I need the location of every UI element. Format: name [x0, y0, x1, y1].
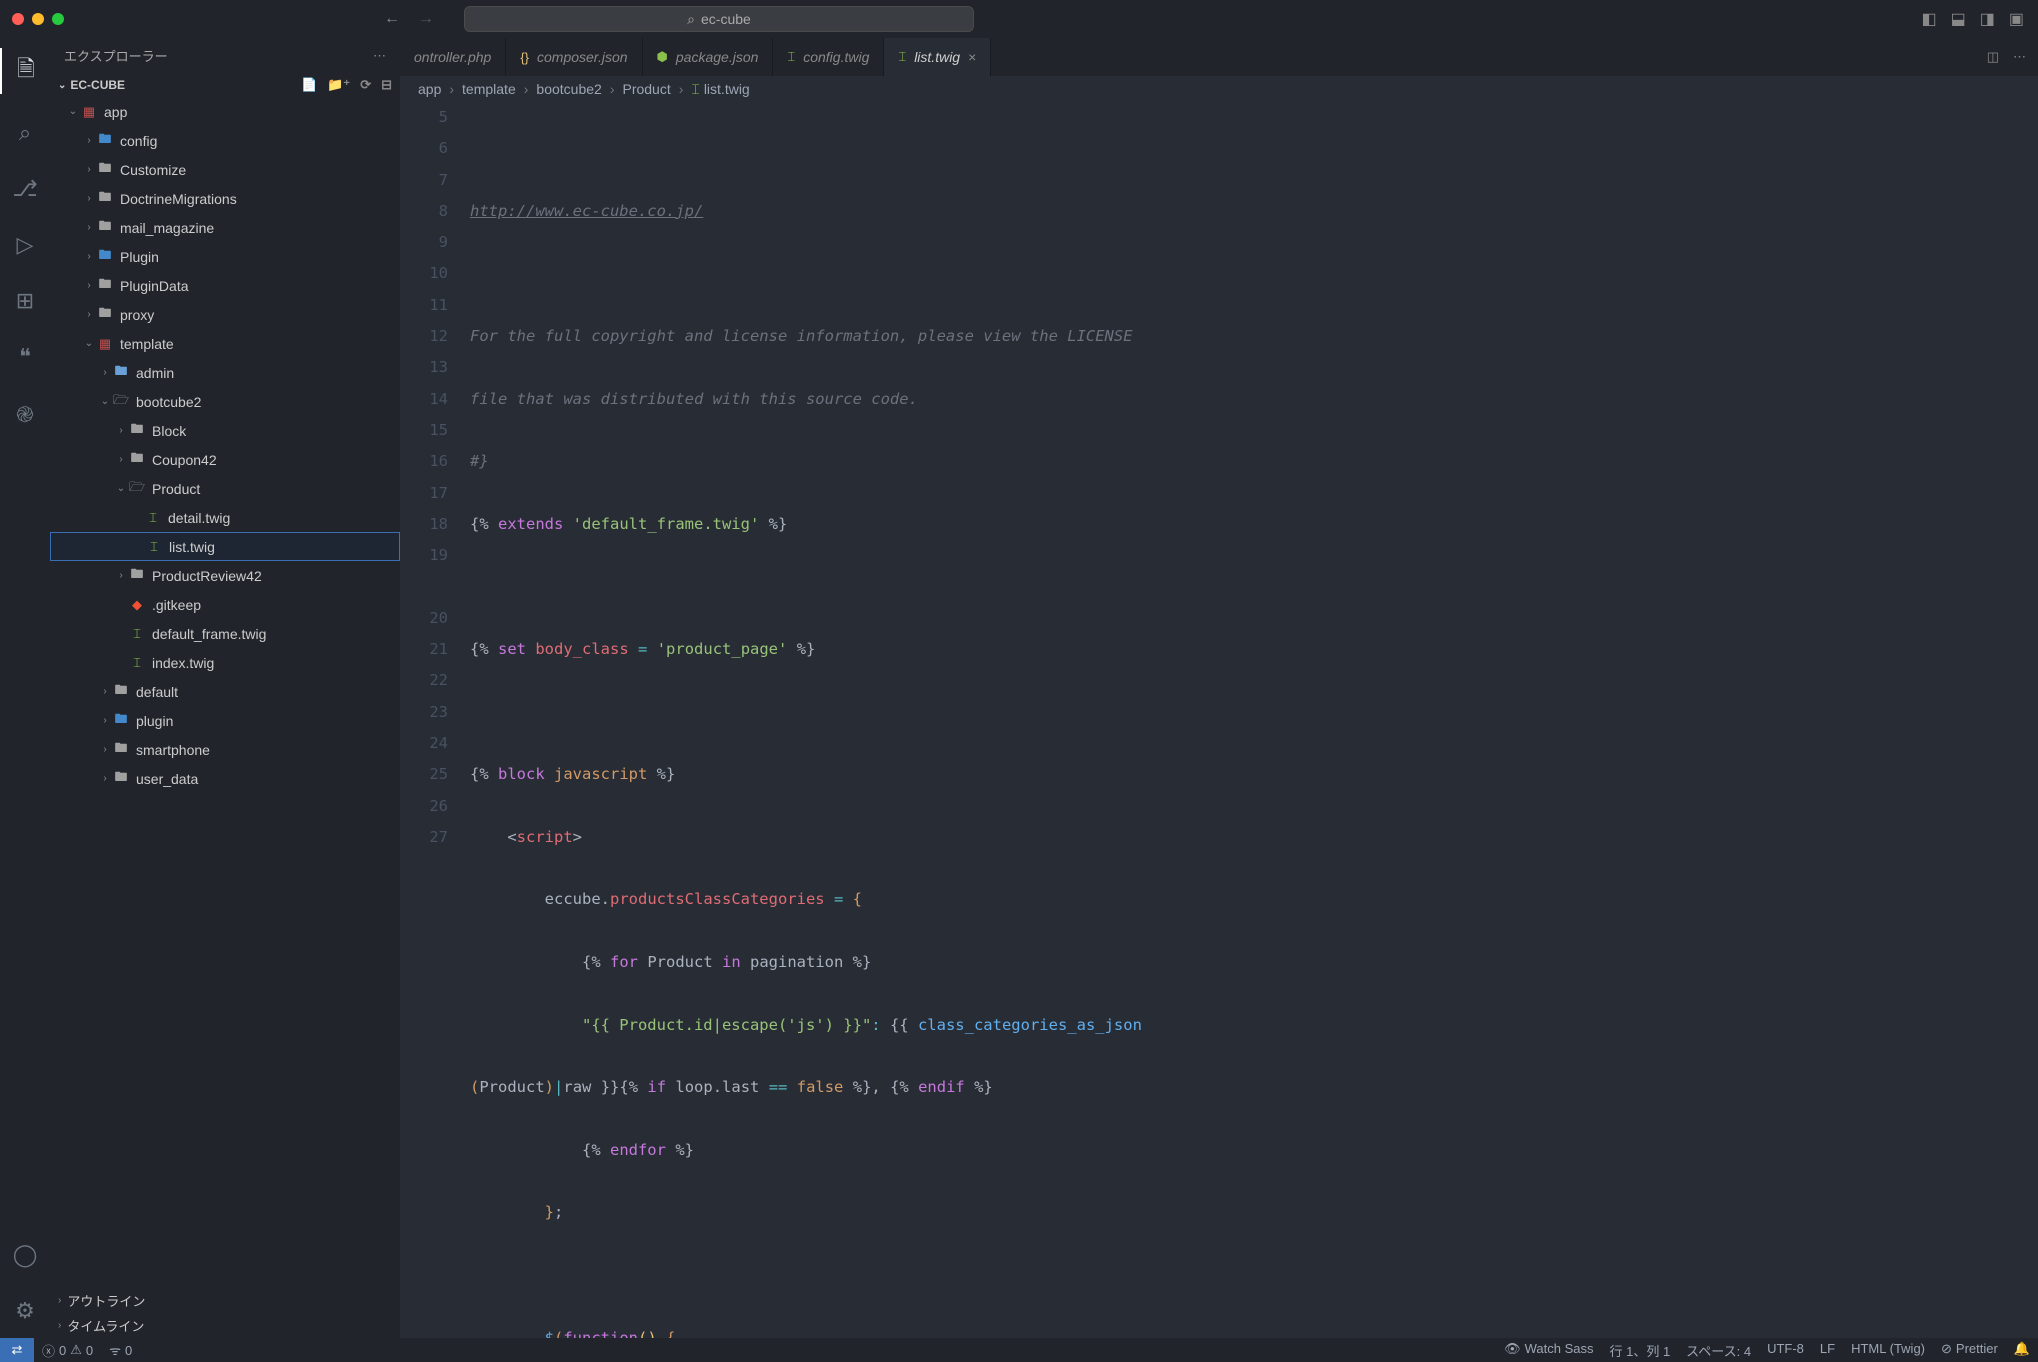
code-content[interactable]: http://www.ec-cube.co.jp/ For the full c… [470, 102, 2038, 1338]
tree-folder-config[interactable]: ›🖿config [50, 126, 400, 155]
error-icon: ⓧ [42, 1341, 55, 1360]
sidebar-title: エクスプローラー [64, 46, 168, 65]
nav-back[interactable]: ← [384, 10, 400, 28]
encoding[interactable]: UTF-8 [1759, 1341, 1812, 1356]
breadcrumb[interactable]: app› template› bootcube2› Product› ⌶ lis… [400, 76, 2038, 102]
folder-section-header[interactable]: ⌄ EC-CUBE 📄 📁⁺ ⟳ ⊟ [50, 73, 400, 97]
tab-config-twig[interactable]: ⌶config.twig [773, 38, 884, 76]
tree-folder-app[interactable]: ⌄▦app [50, 97, 400, 126]
check-icon: ⊘ [1941, 1341, 1952, 1357]
sidebar-more-icon[interactable]: ⋯ [373, 48, 386, 64]
layout-customize-icon[interactable]: ▣ [2009, 9, 2024, 29]
search-icon: ⌕ [687, 11, 695, 28]
tab-controller-php[interactable]: ontroller.php [400, 38, 506, 76]
titlebar: ← → ⌕ ec-cube ◧ ⬓ ◨ ▣ [0, 0, 2038, 38]
tree-folder-customize[interactable]: ›🖿Customize [50, 155, 400, 184]
port-indicator[interactable]: ᯤ0 [101, 1338, 140, 1362]
nav-forward[interactable]: → [418, 10, 434, 28]
indentation[interactable]: スペース: 4 [1678, 1341, 1759, 1360]
tree-folder-proxy[interactable]: ›🖿proxy [50, 300, 400, 329]
tree-folder-productreview[interactable]: ›🖿ProductReview42 [50, 561, 400, 590]
close-tab-icon[interactable]: × [968, 49, 976, 65]
notifications-icon[interactable]: 🔔 [2006, 1341, 2038, 1357]
language-mode[interactable]: HTML (Twig) [1843, 1341, 1933, 1356]
editor-area: ontroller.php {}composer.json ⬢package.j… [400, 38, 2038, 1338]
debug-icon[interactable]: ▷ [0, 228, 50, 262]
tree-folder-bootcube2[interactable]: ⌄🗁bootcube2 [50, 387, 400, 416]
tree-folder-plugindata[interactable]: ›🖿PluginData [50, 271, 400, 300]
tree-folder-userdata[interactable]: ›🖿user_data [50, 764, 400, 793]
layout-toggle-right-icon[interactable]: ◨ [1980, 9, 1995, 29]
window-controls [12, 13, 64, 25]
tree-folder-coupon[interactable]: ›🖿Coupon42 [50, 445, 400, 474]
tree-folder-block[interactable]: ›🖿Block [50, 416, 400, 445]
outline-section[interactable]: ›アウトライン [50, 1288, 400, 1313]
layout-toggle-bottom-icon[interactable]: ⬓ [1951, 9, 1966, 29]
eol[interactable]: LF [1812, 1341, 1843, 1356]
tab-composer-json[interactable]: {}composer.json [506, 38, 642, 76]
watch-sass[interactable]: 👁Watch Sass [1496, 1341, 1601, 1357]
tab-list-twig[interactable]: ⌶list.twig× [884, 38, 991, 76]
remote-indicator[interactable]: ⇄ [0, 1338, 34, 1362]
settings-gear-icon[interactable]: ⚙ [13, 1294, 38, 1328]
code-editor[interactable]: 5678910111213141516171819202122232425262… [400, 102, 2038, 1338]
timeline-section[interactable]: ›タイムライン [50, 1313, 400, 1338]
antenna-icon: ᯤ [109, 1341, 121, 1359]
new-folder-icon[interactable]: 📁⁺ [327, 77, 350, 93]
testing-icon[interactable]: ❝ [0, 340, 50, 374]
tree-file-index[interactable]: ⌶index.twig [50, 648, 400, 677]
problems-indicator[interactable]: ⓧ0 ⚠0 [34, 1338, 101, 1362]
search-text: ec-cube [701, 11, 751, 27]
tree-folder-smartphone[interactable]: ›🖿smartphone [50, 735, 400, 764]
close-window[interactable] [12, 13, 24, 25]
tree-folder-plugin[interactable]: ›🖿Plugin [50, 242, 400, 271]
editor-tabs: ontroller.php {}composer.json ⬢package.j… [400, 38, 2038, 76]
tree-folder-template[interactable]: ⌄▦template [50, 329, 400, 358]
tree-folder-admin[interactable]: ›🖿admin [50, 358, 400, 387]
ai-icon[interactable]: ֎ [0, 396, 50, 433]
extensions-icon[interactable]: ⊞ [0, 284, 50, 318]
split-editor-icon[interactable]: ◫ [1987, 49, 1999, 65]
search-icon[interactable]: ⌕ [0, 116, 50, 150]
eye-icon: 👁 [1504, 1341, 1521, 1357]
maximize-window[interactable] [52, 13, 64, 25]
prettier[interactable]: ⊘Prettier [1933, 1341, 2006, 1357]
tree-file-gitkeep[interactable]: ◆.gitkeep [50, 590, 400, 619]
chevron-down-icon: ⌄ [58, 80, 66, 91]
activity-bar: 🗎 ⌕ ⎇ ▷ ⊞ ❝ ֎ ◯ ⚙ [0, 38, 50, 1338]
tree-file-detail[interactable]: ⌶detail.twig [50, 503, 400, 532]
tab-package-json[interactable]: ⬢package.json [643, 38, 774, 76]
warning-icon: ⚠ [70, 1342, 82, 1358]
source-control-icon[interactable]: ⎇ [0, 172, 50, 206]
tree-folder-doctrine[interactable]: ›🖿DoctrineMigrations [50, 184, 400, 213]
minimize-window[interactable] [32, 13, 44, 25]
collapse-icon[interactable]: ⊟ [381, 77, 392, 93]
line-numbers: 5678910111213141516171819202122232425262… [400, 102, 470, 1338]
tree-folder-mail[interactable]: ›🖿mail_magazine [50, 213, 400, 242]
explorer-icon[interactable]: 🗎 [0, 48, 50, 94]
file-tree: ⌄▦app ›🖿config ›🖿Customize ›🖿DoctrineMig… [50, 97, 400, 1288]
cursor-position[interactable]: 行 1、列 1 [1601, 1341, 1678, 1360]
tree-file-list[interactable]: ⌶list.twig [50, 532, 400, 561]
tree-folder-default[interactable]: ›🖿default [50, 677, 400, 706]
more-actions-icon[interactable]: ⋯ [2013, 49, 2026, 65]
command-center[interactable]: ⌕ ec-cube [464, 6, 974, 32]
new-file-icon[interactable]: 📄 [301, 77, 317, 93]
account-icon[interactable]: ◯ [13, 1238, 38, 1272]
tree-folder-product[interactable]: ⌄🗁Product [50, 474, 400, 503]
refresh-icon[interactable]: ⟳ [360, 77, 371, 93]
sidebar: エクスプローラー ⋯ ⌄ EC-CUBE 📄 📁⁺ ⟳ ⊟ ⌄▦app ›🖿co… [50, 38, 400, 1338]
folder-name: EC-CUBE [70, 78, 125, 92]
tree-folder-plugin2[interactable]: ›🖿plugin [50, 706, 400, 735]
layout-toggle-left-icon[interactable]: ◧ [1922, 9, 1937, 29]
status-bar: ⇄ ⓧ0 ⚠0 ᯤ0 👁Watch Sass 行 1、列 1 スペース: 4 U… [0, 1338, 2038, 1362]
tree-file-defaultframe[interactable]: ⌶default_frame.twig [50, 619, 400, 648]
